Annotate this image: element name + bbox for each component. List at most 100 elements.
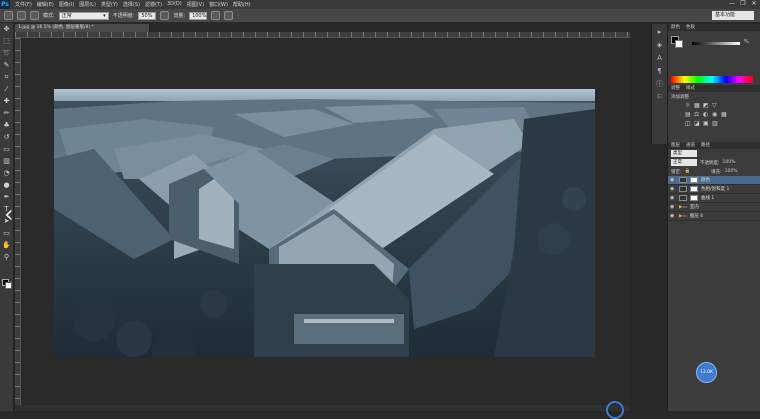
menu-type[interactable]: 类型(Y) (101, 1, 118, 8)
marquee-tool-icon[interactable]: ⬚ (2, 37, 11, 46)
paragraph-panel-icon[interactable]: ¶ (655, 67, 665, 76)
photoshop-logo: Ps (0, 0, 10, 9)
minimize-button[interactable]: — (728, 0, 736, 8)
healing-tool-icon[interactable]: ✚ (2, 97, 11, 106)
tab-channels[interactable]: 通道 (686, 142, 695, 149)
character-panel-icon[interactable]: A (655, 54, 665, 63)
brush-size-icon[interactable] (17, 11, 26, 20)
levels-icon[interactable]: ▦ (694, 103, 700, 109)
color-balance-icon[interactable]: ⚖ (694, 112, 700, 118)
menu-edit[interactable]: 编辑(E) (37, 1, 54, 8)
flow-value: 100% (192, 12, 207, 19)
menu-view[interactable]: 视图(V) (187, 1, 204, 8)
menu-3d[interactable]: 3D(D) (167, 1, 182, 8)
eyedropper-tool-icon[interactable]: ⁄ (2, 85, 11, 94)
photo-filter-icon[interactable]: ◉ (712, 112, 718, 118)
eye-icon[interactable]: ◉ (670, 177, 676, 183)
document-tab[interactable]: 1.jpg @ 16.5% (颜色, 图层蒙版/8) * (15, 24, 150, 32)
menu-layer[interactable]: 图层(L) (79, 1, 96, 8)
quick-select-tool-icon[interactable]: ✎ (2, 61, 11, 70)
exposure-icon[interactable]: ▽ (712, 103, 718, 109)
fill-value[interactable]: 100% (725, 169, 738, 174)
opacity-value: 50% (141, 12, 153, 19)
maximize-button[interactable]: ❐ (739, 0, 747, 8)
color-spectrum[interactable] (671, 76, 753, 83)
layer-opacity-value[interactable]: 100% (723, 160, 736, 165)
blend-mode-dropdown[interactable]: 正常 (671, 159, 697, 166)
flow-field[interactable]: 100% (189, 11, 208, 20)
shape-tool-icon[interactable]: ▭ (2, 229, 11, 238)
gradient-map-icon[interactable]: ▥ (712, 121, 718, 127)
menu-filter[interactable]: 滤镜(T) (145, 1, 162, 8)
brush-preset-icon[interactable] (4, 11, 13, 20)
layer-mask-thumbnail (690, 195, 698, 201)
history-brush-tool-icon[interactable]: ↺ (2, 133, 11, 142)
eye-icon[interactable]: ◉ (670, 204, 676, 210)
brush-panel-icon[interactable] (30, 11, 39, 20)
threshold-icon[interactable]: ▣ (703, 121, 709, 127)
tab-adjustments[interactable]: 调整 (671, 85, 680, 92)
airbrush-icon[interactable] (211, 11, 221, 20)
mode-dropdown[interactable]: 正常 ▾ (58, 11, 109, 20)
background-color-chip[interactable] (675, 40, 683, 48)
invert-icon[interactable]: ◫ (685, 121, 691, 127)
tab-styles[interactable]: 样式 (686, 85, 695, 92)
tab-swatches[interactable]: 色板 (686, 24, 695, 31)
layer-name: 室内 (689, 205, 699, 210)
history-panel-icon[interactable]: ▸ (655, 28, 665, 37)
navigator-panel-icon[interactable]: ⚐ (655, 93, 665, 102)
layers-list: ◉ 颜色 ◉ 色相/饱和度 1 ◉ 曲线 1 ◉ ▶▭ 室内 ◉ ▶▭ 图层 4 (668, 176, 760, 221)
menu-items: 文件(F) 编辑(E) 图像(I) 图层(L) 类型(Y) 选择(S) 滤镜(T… (15, 1, 251, 8)
curves-icon[interactable]: ◩ (703, 103, 709, 109)
brightness-slider[interactable] (692, 42, 740, 45)
brightness-contrast-icon[interactable]: ☼ (685, 103, 691, 109)
layer-row[interactable]: ◉ 曲线 1 (668, 194, 760, 203)
properties-panel-icon[interactable]: ◈ (655, 41, 665, 50)
vibrance-icon[interactable]: ▤ (685, 112, 691, 118)
pressure-size-icon[interactable] (224, 11, 234, 20)
eye-icon[interactable]: ◉ (670, 186, 676, 192)
lock-icon[interactable]: 🔒 (685, 169, 691, 174)
channel-mixer-icon[interactable]: ▦ (721, 112, 727, 118)
black-white-icon[interactable]: ◐ (703, 112, 709, 118)
background-color-swatch[interactable] (5, 282, 12, 289)
tab-paths[interactable]: 路径 (701, 142, 710, 149)
info-panel-icon[interactable]: ⓘ (655, 80, 665, 89)
move-tool-icon[interactable]: ✥ (2, 25, 11, 34)
menu-help[interactable]: 帮助(H) (233, 1, 251, 8)
menu-file[interactable]: 文件(F) (15, 1, 32, 8)
menu-window[interactable]: 窗口(W) (209, 1, 228, 8)
document-canvas-image[interactable] (54, 89, 595, 357)
layer-row[interactable]: ◉ ▶▭ 图层 4 (668, 212, 760, 221)
folder-icon: ▶▭ (679, 213, 687, 219)
layer-row[interactable]: ◉ 色相/饱和度 1 (668, 185, 760, 194)
layer-thumbnail (679, 186, 687, 192)
gradient-tool-icon[interactable]: ▥ (2, 157, 11, 166)
opacity-field[interactable]: 50% (138, 11, 157, 20)
flow-label: 流量: (173, 13, 186, 19)
zoom-tool-icon[interactable]: ⚲ (2, 253, 11, 262)
eraser-tool-icon[interactable]: ▭ (2, 145, 11, 154)
pressure-opacity-icon[interactable] (160, 11, 170, 20)
hand-tool-icon[interactable]: ✋ (2, 241, 11, 250)
tab-color[interactable]: 颜色 (671, 24, 680, 31)
workspace-switcher[interactable]: 基本功能 (712, 11, 754, 20)
layer-row[interactable]: ◉ 颜色 (668, 176, 760, 185)
floating-speed-badge[interactable]: 13.0K (696, 362, 717, 383)
layer-kind-dropdown[interactable]: 类型 (671, 150, 697, 157)
lasso-tool-icon[interactable]: ➰ (2, 49, 11, 58)
crop-tool-icon[interactable]: ⌗ (2, 73, 11, 82)
eye-icon[interactable]: ◉ (670, 213, 676, 219)
layer-row[interactable]: ◉ ▶▭ 室内 (668, 203, 760, 212)
dodge-tool-icon[interactable]: ● (2, 181, 11, 190)
eye-icon[interactable]: ◉ (670, 195, 676, 201)
posterize-icon[interactable]: ◪ (694, 121, 700, 127)
clone-stamp-tool-icon[interactable]: ♣ (2, 121, 11, 130)
blur-tool-icon[interactable]: ◔ (2, 169, 11, 178)
tab-layers[interactable]: 图层 (671, 142, 680, 149)
menu-image[interactable]: 图像(I) (59, 1, 74, 8)
previous-image-arrow[interactable]: ‹ (4, 200, 14, 228)
menu-select[interactable]: 选择(S) (123, 1, 140, 8)
brush-tool-icon[interactable]: ✏ (2, 109, 11, 118)
close-button[interactable]: ✕ (750, 0, 758, 8)
